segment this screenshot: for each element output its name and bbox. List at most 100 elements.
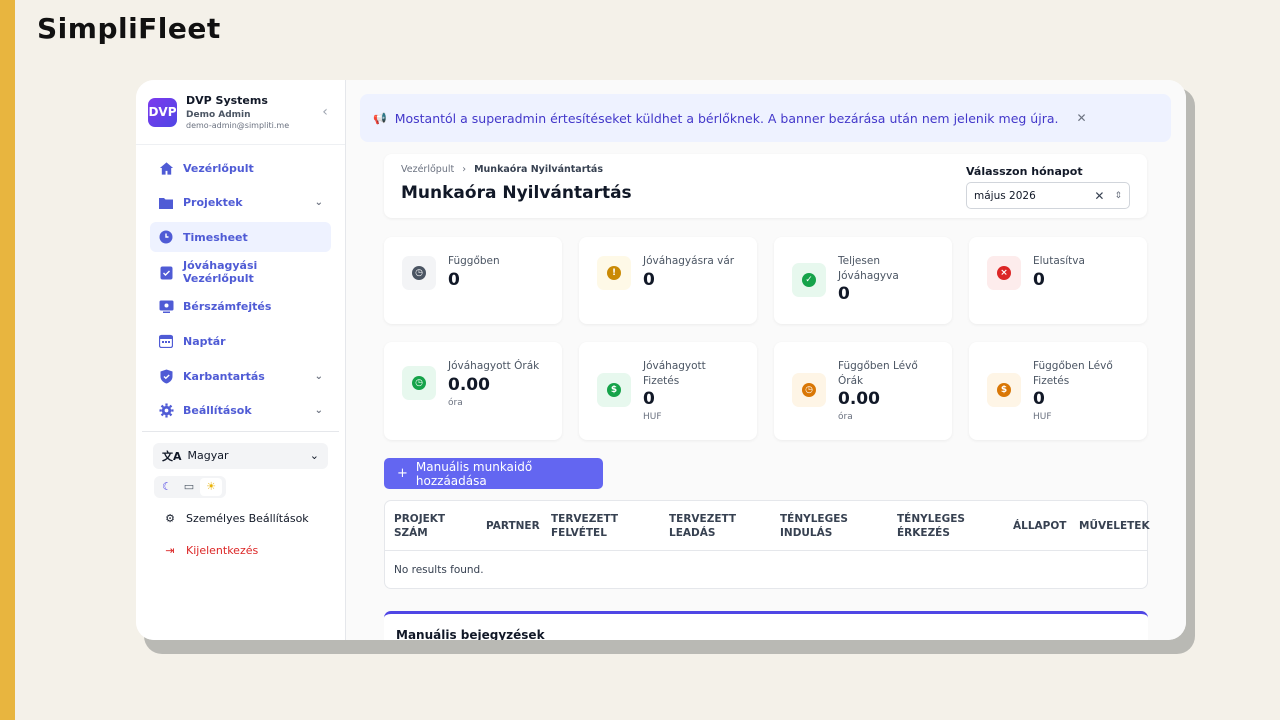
megaphone-icon: 📢 [373, 111, 387, 125]
sidebar-divider [142, 430, 339, 432]
add-manual-time-button[interactable]: + Manuális munkaidő hozzáadása [384, 458, 603, 489]
column-header[interactable]: TERVEZETT FELVÉTEL [542, 512, 660, 540]
manual-entries-title: Manuális bejegyzések [396, 628, 545, 640]
sidebar-item-label: Vezérlőpult [183, 161, 254, 175]
theme-switcher: ☾ ▭ ☀ [154, 475, 226, 498]
gear-icon: ⚙ [165, 512, 175, 525]
stat-icon-wrap: $ [987, 373, 1021, 407]
sidebar-item-timesheet[interactable]: Timesheet [150, 222, 331, 253]
stat-label: Függőben Lévő Órák [838, 360, 918, 387]
chevron-down-icon[interactable]: ⌄ [315, 197, 323, 208]
stat-icon-wrap: ◷ [402, 256, 436, 290]
personal-settings-link[interactable]: ⚙ Személyes Beállítások [163, 509, 345, 529]
moon-icon[interactable]: ☾ [156, 478, 178, 496]
org-email: demo-admin@simpliti.me [186, 121, 290, 130]
stat-value: 0 [643, 270, 655, 290]
column-header[interactable]: TÉNYLEGES ÉRKEZÉS [888, 512, 1004, 540]
plus-icon: + [397, 466, 408, 481]
sidebar-item-label: Timesheet [183, 230, 248, 244]
month-label: Válasszon hónapot [966, 165, 1083, 178]
add-manual-time-label: Manuális munkaidő hozzáadása [415, 459, 533, 488]
month-select[interactable]: május 2026 ✕ ⇕ [966, 182, 1130, 209]
clock-icon [158, 229, 174, 245]
column-header[interactable]: TÉNYLEGES INDULÁS [771, 512, 888, 540]
sidebar-item-calendar[interactable]: Naptár [150, 326, 331, 356]
sidebar: DVP DVP Systems Demo Admin demo-admin@si… [136, 80, 346, 640]
banner-text: Mostantól a superadmin értesítéseket kül… [394, 110, 1059, 126]
app-window: DVP DVP Systems Demo Admin demo-admin@si… [136, 80, 1186, 640]
chevron-down-icon: ⌄ [309, 449, 319, 462]
sidebar-item-dashboard[interactable]: Vezérlőpult [150, 153, 331, 183]
stat-card-rejected: × Elutasítva 0 [969, 237, 1147, 324]
logout-label: Kijelentkezés [186, 544, 259, 557]
column-header[interactable]: PARTNER [477, 519, 542, 533]
stat-label: Jóváhagyásra vár [643, 255, 735, 267]
stat-label: Teljesen Jóváhagyva [838, 255, 899, 282]
close-icon[interactable]: ✕ [1076, 111, 1086, 125]
breadcrumb-parent[interactable]: Vezérlőpult [401, 164, 454, 175]
sidebar-item-label: Jóváhagyási Vezérlőpult [183, 259, 258, 286]
gear-icon [158, 403, 174, 419]
monitor-icon[interactable]: ▭ [178, 478, 200, 496]
calendar-icon [158, 333, 174, 349]
sidebar-item-approval-dashboard[interactable]: Jóváhagyási Vezérlőpult [150, 257, 331, 287]
stat-card-approved-hours: ◷ Jóváhagyott Órák 0.00 óra [384, 342, 562, 440]
stat-value: 0 [1033, 270, 1045, 290]
column-header[interactable]: PROJEKT SZÁM [385, 512, 477, 540]
stat-label: Függőben Lévő Fizetés [1033, 360, 1113, 387]
column-header[interactable]: TERVEZETT LEADÁS [660, 512, 771, 540]
stat-card-pending: ◷ Függőben 0 [384, 237, 562, 324]
chevron-down-icon[interactable]: ⌄ [315, 371, 323, 382]
column-header[interactable]: ÁLLAPOT [1004, 519, 1070, 533]
folder-icon [158, 195, 174, 211]
stat-value: 0 [643, 389, 655, 409]
org-logo: DVP [148, 97, 177, 127]
clock-icon: ◷ [412, 266, 426, 280]
stat-label: Elutasítva [1033, 255, 1085, 267]
sidebar-item-label: Naptár [183, 334, 226, 348]
stat-icon-wrap: ! [597, 256, 631, 290]
check-icon: ✓ [802, 273, 816, 287]
stat-unit: HUF [643, 412, 662, 422]
stat-label: Függőben [448, 255, 500, 267]
sidebar-item-payroll[interactable]: Bérszámfejtés [150, 292, 331, 322]
sidebar-item-settings[interactable]: Beállítások ⌄ [150, 396, 331, 426]
page-title: Munkaóra Nyilvántartás [401, 183, 632, 203]
sidebar-item-label: Karbantartás [183, 369, 265, 383]
stat-value: 0 [1033, 389, 1045, 409]
notification-banner: 📢 Mostantól a superadmin értesítéseket k… [360, 94, 1171, 142]
main-content: 📢 Mostantól a superadmin értesítéseket k… [346, 80, 1186, 640]
stat-label: Jóváhagyott Órák [448, 360, 540, 372]
sidebar-item-label: Projektek [183, 196, 243, 210]
stat-value: 0.00 [838, 389, 880, 409]
stat-icon-wrap: ◷ [792, 373, 826, 407]
stat-unit: óra [838, 412, 853, 422]
clipboard-check-icon [158, 264, 174, 280]
column-header[interactable]: MŰVELETEK [1070, 519, 1150, 533]
page-header: Vezérlőpult › Munkaóra Nyilvántartás Mun… [384, 154, 1147, 218]
sidebar-item-maintenance[interactable]: Karbantartás ⌄ [150, 361, 331, 391]
org-user: Demo Admin [186, 110, 251, 120]
chevron-down-icon[interactable]: ⌄ [315, 405, 323, 416]
month-value: május 2026 [974, 189, 1036, 202]
chevron-right-icon: › [462, 164, 467, 175]
language-select[interactable]: 文A Magyar ⌄ [153, 442, 328, 469]
org-name: DVP Systems [186, 94, 268, 107]
org-header[interactable]: DVP DVP Systems Demo Admin demo-admin@si… [136, 80, 345, 145]
translate-icon: 文A [162, 449, 182, 463]
breadcrumb: Vezérlőpult › Munkaóra Nyilvántartás [401, 164, 603, 175]
clock-icon: ◷ [802, 383, 816, 397]
org-info: DVP Systems Demo Admin demo-admin@simpli… [186, 94, 317, 130]
manual-entries-card: Manuális bejegyzések [384, 611, 1148, 640]
clear-icon[interactable]: ✕ [1094, 189, 1104, 203]
sun-icon[interactable]: ☀ [200, 477, 222, 496]
stat-card-awaiting-approval: ! Jóváhagyásra vár 0 [579, 237, 757, 324]
logout-icon: ⇥ [165, 544, 175, 557]
left-accent-stripe [0, 0, 15, 720]
logout-link[interactable]: ⇥ Kijelentkezés [163, 541, 345, 561]
stat-card-fully-approved: ✓ Teljesen Jóváhagyva 0 [774, 237, 952, 324]
table-header-row: PROJEKT SZÁM PARTNER TERVEZETT FELVÉTEL … [385, 501, 1150, 551]
timesheet-table: PROJEKT SZÁM PARTNER TERVEZETT FELVÉTEL … [384, 500, 1150, 589]
collapse-sidebar-icon[interactable]: ‹ [317, 104, 333, 120]
sidebar-item-projects[interactable]: Projektek ⌄ [150, 188, 331, 218]
